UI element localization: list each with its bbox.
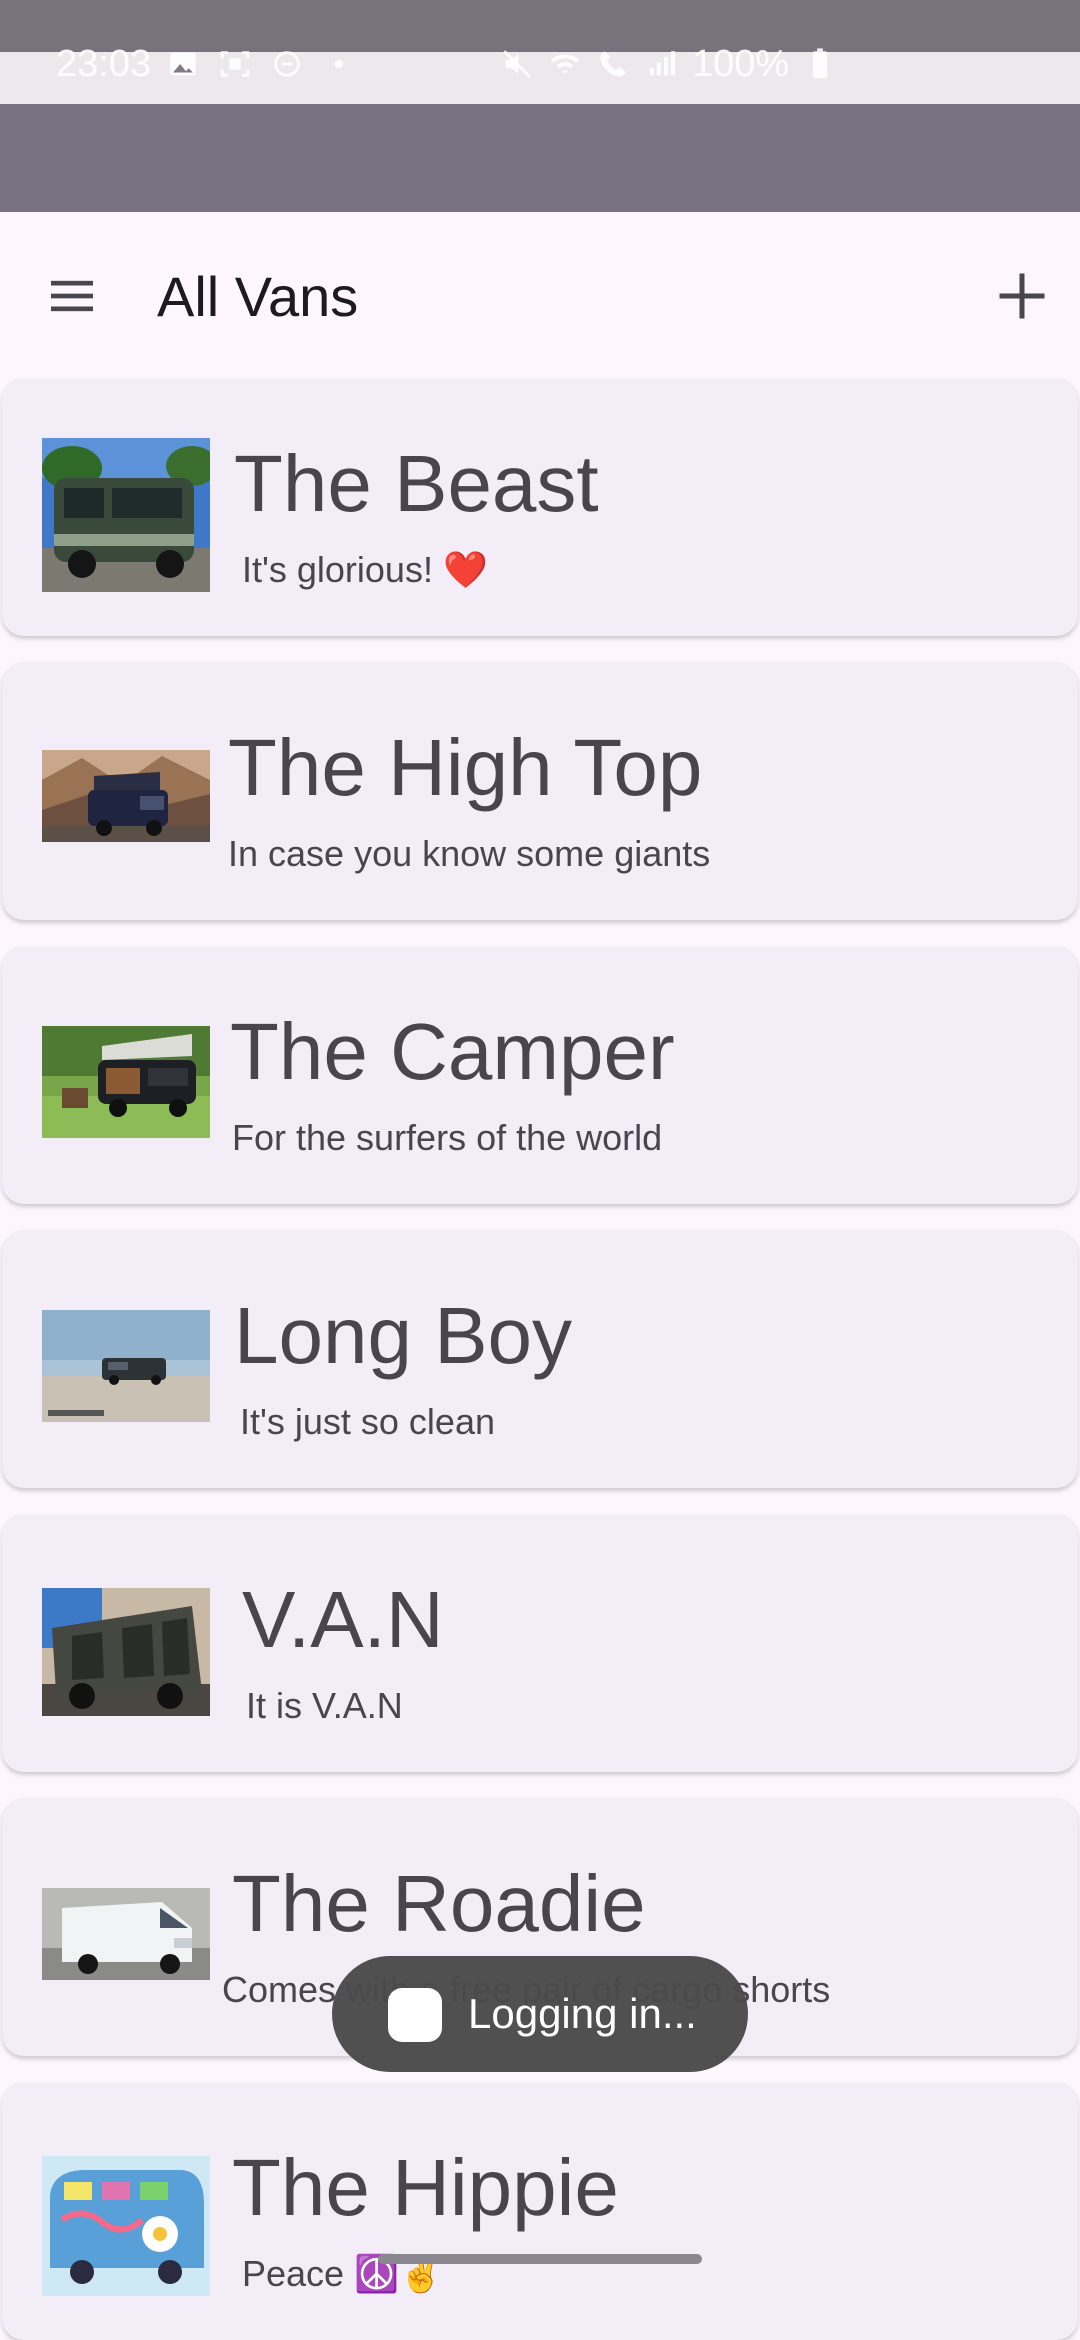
dot-icon — [322, 47, 356, 81]
add-icon — [999, 273, 1045, 319]
van-card-the-camper[interactable]: The Camper For the surfers of the world — [2, 946, 1078, 1204]
add-van-button[interactable] — [978, 252, 1066, 340]
van-thumbnail — [42, 438, 210, 592]
van-thumbnail — [42, 2156, 210, 2296]
van-title: V.A.N — [242, 1575, 444, 1664]
van-card-the-hippie[interactable]: The Hippie Peace ☮️✌️ — [2, 2082, 1078, 2340]
call-icon — [596, 47, 630, 81]
van-thumbnail — [42, 1310, 210, 1422]
app-bar: All Vans — [0, 212, 1080, 380]
van-thumbnail — [42, 1888, 210, 1980]
battery-icon — [803, 47, 837, 81]
status-time: 23:03 — [56, 42, 152, 85]
menu-icon — [51, 280, 93, 312]
van-title: The High Top — [228, 723, 703, 812]
status-system-icons: 100% — [500, 40, 837, 88]
wifi-icon — [548, 47, 582, 81]
van-subtitle: In case you know some giants — [228, 833, 711, 874]
van-title: The Beast — [234, 439, 599, 528]
app-top-band — [0, 104, 1080, 212]
van-subtitle: It's glorious! ❤️ — [242, 549, 488, 590]
van-subtitle: For the surfers of the world — [232, 1117, 663, 1158]
do-not-disturb-icon — [270, 47, 304, 81]
van-card-van[interactable]: V.A.N It is V.A.N — [2, 1514, 1078, 1772]
van-subtitle: It is V.A.N — [246, 1685, 403, 1726]
home-indicator[interactable] — [378, 2254, 702, 2264]
van-subtitle: It's just so clean — [240, 1401, 495, 1442]
toast-text: Logging in... — [468, 1990, 697, 2037]
menu-button[interactable] — [28, 252, 116, 340]
van-thumbnail — [42, 1026, 210, 1138]
van-card-the-high-top[interactable]: The High Top In case you know some giant… — [2, 662, 1078, 920]
gallery-icon — [166, 47, 200, 81]
van-title: The Hippie — [232, 2143, 619, 2232]
van-thumbnail — [42, 1588, 210, 1716]
mute-icon — [500, 47, 534, 81]
app-icon — [388, 1988, 442, 2042]
van-card-the-beast[interactable]: The Beast It's glorious! ❤️ — [2, 378, 1078, 636]
van-title: The Camper — [230, 1007, 675, 1096]
status-notification-icons — [166, 40, 356, 88]
page-title: All Vans — [157, 265, 359, 328]
van-title: Long Boy — [234, 1291, 573, 1380]
signal-icon — [644, 47, 678, 81]
battery-percent: 100% — [692, 42, 790, 85]
screenshot-icon — [218, 47, 252, 81]
van-thumbnail — [42, 750, 210, 842]
toast: Logging in... — [332, 1956, 748, 2072]
van-card-long-boy[interactable]: Long Boy It's just so clean — [2, 1230, 1078, 1488]
van-title: The Roadie — [232, 1859, 646, 1948]
